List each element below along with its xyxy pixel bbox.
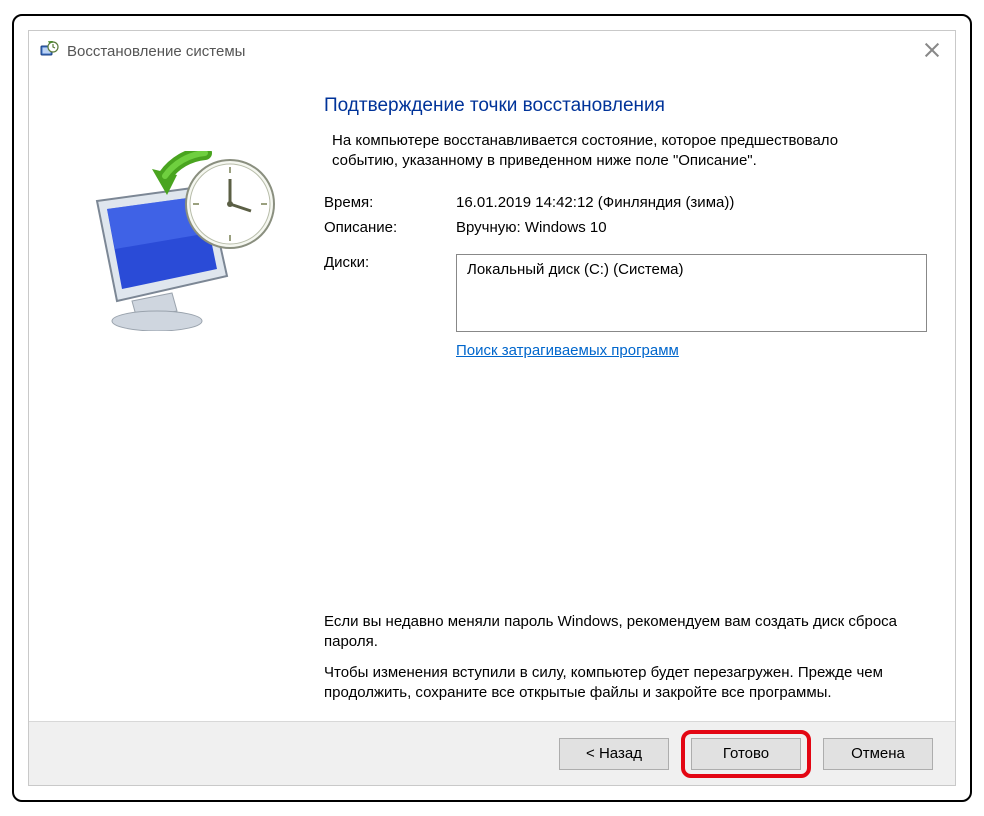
back-button[interactable]: < Назад <box>559 738 669 770</box>
restart-note: Чтобы изменения вступили в силу, компьют… <box>324 663 927 704</box>
disks-row: Диски: Локальный диск (C:) (Система) <box>324 254 927 332</box>
restore-illustration <box>67 151 287 331</box>
disk-item[interactable]: Локальный диск (C:) (Система) <box>467 261 916 278</box>
scan-link-row: Поиск затрагиваемых программ <box>456 342 927 359</box>
bottom-notes: Если вы недавно меняли пароль Windows, р… <box>324 612 927 713</box>
system-restore-dialog: Восстановление системы <box>28 30 956 786</box>
back-button-label: Назад <box>599 745 642 762</box>
system-restore-icon <box>39 41 59 61</box>
right-panel: Подтверждение точки восстановления На ко… <box>324 81 927 713</box>
finish-button[interactable]: Готово <box>691 738 801 770</box>
dialog-body: Подтверждение точки восстановления На ко… <box>29 71 955 721</box>
left-panel <box>29 81 324 713</box>
time-label: Время: <box>324 194 456 211</box>
finish-highlight: Готово <box>681 730 811 778</box>
time-value: 16.01.2019 14:42:12 (Финляндия (зима)) <box>456 194 927 211</box>
time-row: Время: 16.01.2019 14:42:12 (Финляндия (з… <box>324 194 927 211</box>
scan-affected-programs-link[interactable]: Поиск затрагиваемых программ <box>456 342 679 359</box>
password-note: Если вы недавно меняли пароль Windows, р… <box>324 612 927 653</box>
dialog-footer: < Назад Готово Отмена <box>29 721 955 785</box>
description-label: Описание: <box>324 219 456 236</box>
window-title: Восстановление системы <box>67 43 245 60</box>
description-value: Вручную: Windows 10 <box>456 219 927 236</box>
titlebar: Восстановление системы <box>29 31 955 71</box>
page-heading: Подтверждение точки восстановления <box>324 95 927 117</box>
intro-text: На компьютере восстанавливается состояни… <box>332 131 872 172</box>
screenshot-frame: Восстановление системы <box>12 14 972 802</box>
close-icon[interactable] <box>923 41 941 59</box>
cancel-button[interactable]: Отмена <box>823 738 933 770</box>
disks-listbox[interactable]: Локальный диск (C:) (Система) <box>456 254 927 332</box>
description-row: Описание: Вручную: Windows 10 <box>324 219 927 236</box>
disks-label: Диски: <box>324 254 456 332</box>
